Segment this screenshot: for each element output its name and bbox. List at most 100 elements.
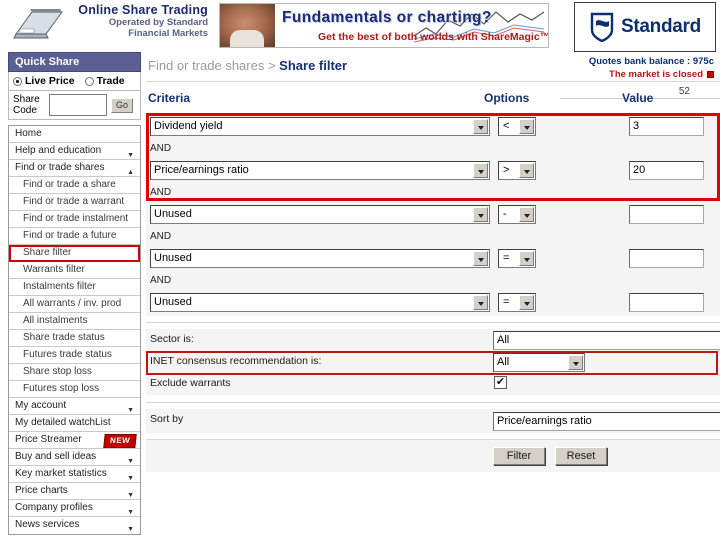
sidebar-item-label: My detailed watchList — [15, 417, 111, 428]
chevron-down-icon[interactable] — [519, 295, 534, 310]
sidebar-item-label: Warrants filter — [23, 264, 85, 275]
criteria-value-input[interactable] — [629, 205, 704, 224]
sidebar-item-share-stop-loss[interactable]: Share stop loss — [9, 364, 140, 381]
chevron-down-icon: ▼ — [127, 526, 134, 533]
chevron-down-icon[interactable] — [473, 163, 488, 178]
site-logo[interactable]: Online Share Trading Operated by Standar… — [8, 0, 208, 48]
sidebar-item-label: Instalments filter — [23, 281, 96, 292]
sidebar-item-futures-stop-loss[interactable]: Futures stop loss — [9, 381, 140, 398]
chevron-down-icon[interactable] — [473, 207, 488, 222]
criteria-operator-select[interactable]: = — [498, 293, 536, 312]
chevron-down-icon: ▼ — [127, 152, 134, 159]
radio-live-price[interactable]: Live Price — [13, 75, 75, 87]
sidebar-item-company-profiles[interactable]: Company profiles ▼ — [9, 500, 140, 517]
filter-button[interactable]: Filter — [493, 447, 545, 465]
sidebar-item-price-streamer[interactable]: Price Streamer NEW — [9, 432, 140, 449]
column-header-options: Options — [484, 91, 530, 105]
chevron-down-icon[interactable] — [519, 163, 534, 178]
banner-headline: Fundamentals or charting? — [282, 9, 492, 26]
criteria-field-select[interactable]: Unused — [150, 249, 490, 268]
chevron-down-icon[interactable] — [568, 355, 583, 370]
sidebar-item-share-filter[interactable]: Share filter — [9, 245, 140, 262]
go-button[interactable]: Go — [111, 97, 133, 113]
chevron-down-icon[interactable] — [473, 119, 488, 134]
exclude-warrants-checkbox[interactable]: ✔ — [494, 376, 507, 389]
criteria-field-value: Price/earnings ratio — [154, 164, 249, 176]
sidebar-item-futures-trade-status[interactable]: Futures trade status — [9, 347, 140, 364]
breadcrumb: Find or trade shares > Share filter — [146, 52, 720, 81]
sidebar-item-label: Find or trade a future — [23, 230, 117, 241]
chevron-down-icon[interactable] — [519, 119, 534, 134]
radio-trade[interactable]: Trade — [84, 75, 125, 87]
sidebar-item-find-or-trade-a-future[interactable]: Find or trade a future — [9, 228, 140, 245]
chevron-down-icon: ▼ — [127, 475, 134, 482]
sidebar-item-my-detailed-watchlist[interactable]: My detailed watchList — [9, 415, 140, 432]
criteria-conjunction: AND — [146, 184, 720, 201]
sidebar-item-home[interactable]: Home — [9, 126, 140, 143]
sidebar-item-share-trade-status[interactable]: Share trade status — [9, 330, 140, 347]
sidebar-item-find-or-trade-a-share[interactable]: Find or trade a share — [9, 177, 140, 194]
sidebar-item-label: All instalments — [23, 315, 88, 326]
standard-bank-logo[interactable]: Standard — [574, 2, 716, 52]
criteria-field-value: Unused — [154, 208, 192, 220]
chevron-down-icon[interactable] — [519, 207, 534, 222]
criteria-value-input[interactable]: 3 — [629, 117, 704, 136]
criteria-conjunction: AND — [146, 140, 720, 157]
breadcrumb-current: Share filter — [279, 58, 348, 73]
sector-label: Sector is: — [150, 333, 194, 345]
chevron-down-icon[interactable] — [473, 295, 488, 310]
criteria-field-select[interactable]: Unused — [150, 205, 490, 224]
sidebar-item-all-warrants-inv-prod[interactable]: All warrants / inv. prod — [9, 296, 140, 313]
criteria-row: Dividend yield <3 — [146, 113, 720, 140]
sidebar-item-find-or-trade-instalment[interactable]: Find or trade instalment — [9, 211, 140, 228]
sort-row: Sort by Price/earnings ratio — [146, 409, 720, 433]
filters-section: Sector is: All INET consensus recommenda… — [146, 329, 720, 395]
sidebar-item-instalments-filter[interactable]: Instalments filter — [9, 279, 140, 296]
breadcrumb-parent[interactable]: Find or trade shares > — [148, 58, 276, 73]
inet-row: INET consensus recommendation is: All — [146, 351, 720, 373]
criteria-value-input[interactable] — [629, 293, 704, 312]
sidebar-item-label: Company profiles — [15, 502, 93, 513]
criteria-field-value: Unused — [154, 252, 192, 264]
sidebar-item-label: Find or trade shares — [15, 162, 105, 173]
sidebar-item-find-or-trade-a-warrant[interactable]: Find or trade a warrant — [9, 194, 140, 211]
advertisement-banner[interactable]: Fundamentals or charting? Get the best o… — [219, 3, 549, 48]
chevron-down-icon: ▼ — [127, 509, 134, 516]
sidebar-item-all-instalments[interactable]: All instalments — [9, 313, 140, 330]
criteria-operator-select[interactable]: > — [498, 161, 536, 180]
sidebar-item-my-account[interactable]: My account ▼ — [9, 398, 140, 415]
sidebar-item-find-or-trade-shares[interactable]: Find or trade shares ▲ — [9, 160, 140, 177]
sidebar-item-warrants-filter[interactable]: Warrants filter — [9, 262, 140, 279]
exclude-warrants-row: Exclude warrants ✔ — [146, 373, 720, 395]
sidebar-item-label: My account — [15, 400, 67, 411]
sidebar-item-label: Buy and sell ideas — [15, 451, 97, 462]
criteria-operator-select[interactable]: - — [498, 205, 536, 224]
chevron-down-icon[interactable] — [473, 251, 488, 266]
criteria-field-select[interactable]: Dividend yield — [150, 117, 490, 136]
criteria-field-select[interactable]: Price/earnings ratio — [150, 161, 490, 180]
sidebar-item-key-market-statistics[interactable]: Key market statistics ▼ — [9, 466, 140, 483]
criteria-operator-select[interactable]: < — [498, 117, 536, 136]
criteria-value-input[interactable] — [629, 249, 704, 268]
quick-share-title: Quick Share — [8, 52, 141, 72]
banner-subline: Get the best of both worlds with ShareMa… — [318, 31, 549, 43]
sidebar-item-label: Key market statistics — [15, 468, 107, 479]
chevron-down-icon[interactable] — [519, 251, 534, 266]
sidebar-item-label: Help and education — [15, 145, 102, 156]
criteria-value-input[interactable]: 20 — [629, 161, 704, 180]
column-headers: Criteria Options Value — [146, 91, 720, 111]
sidebar-item-price-charts[interactable]: Price charts ▼ — [9, 483, 140, 500]
sidebar-item-news-services[interactable]: News services ▼ — [9, 517, 140, 534]
chevron-up-icon: ▲ — [127, 169, 134, 176]
breadcrumb-divider — [146, 81, 720, 82]
criteria-field-select[interactable]: Unused — [150, 293, 490, 312]
share-code-input[interactable] — [49, 94, 107, 116]
sidebar-item-label: Find or trade instalment — [23, 213, 129, 224]
inet-select[interactable]: All — [493, 353, 585, 372]
sector-select[interactable]: All — [493, 331, 720, 350]
sidebar-item-help-and-education[interactable]: Help and education ▼ — [9, 143, 140, 160]
reset-button[interactable]: Reset — [555, 447, 607, 465]
criteria-operator-select[interactable]: = — [498, 249, 536, 268]
sidebar-item-buy-and-sell-ideas[interactable]: Buy and sell ideas ▼ — [9, 449, 140, 466]
sort-select[interactable]: Price/earnings ratio — [493, 412, 720, 431]
